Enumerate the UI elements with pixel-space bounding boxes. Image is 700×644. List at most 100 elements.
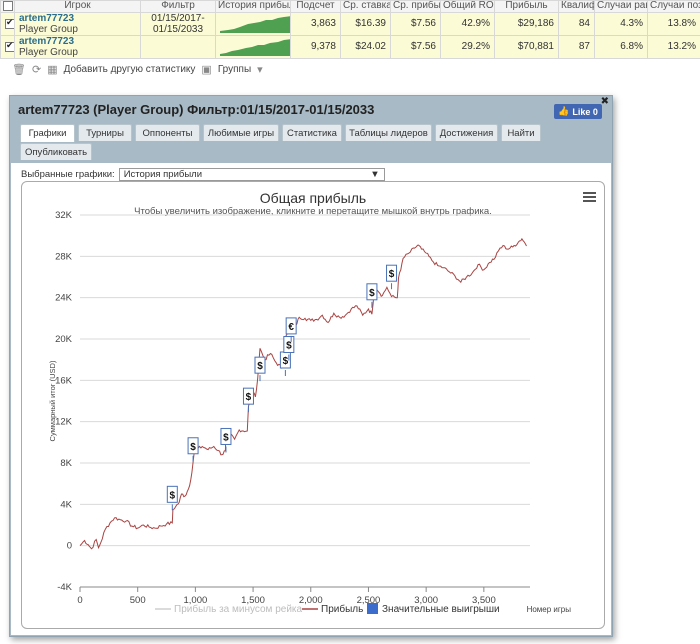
profit-cell: $29,186 <box>494 11 559 36</box>
checkbox-icon[interactable] <box>5 40 14 52</box>
big-win-symbol: $ <box>170 490 176 501</box>
col-header[interactable]: Общий ROI <box>440 0 495 13</box>
y-axis-title: Суммарный итог (USD) <box>48 360 57 441</box>
itm-cell: 84 <box>558 11 595 36</box>
x-tick-label: 0 <box>77 595 82 606</box>
stats-table: Игрок Фильтр История прибыл Подсчет Ср. … <box>0 0 700 59</box>
groups-button[interactable]: Группы <box>218 64 251 75</box>
tab-statistics[interactable]: Статистика <box>282 124 342 141</box>
groups-icon[interactable]: ▣ <box>201 63 211 76</box>
chart-select-value: История прибыли <box>123 169 203 180</box>
profit-chart[interactable]: -4K04K8K12K16K20K24K28K32K0 500 1,000 1,500… <box>22 182 606 630</box>
add-stat-button[interactable]: Добавить другую статистику <box>64 64 196 75</box>
legend-net-label[interactable]: Прибыль за минусом рейка <box>174 603 303 615</box>
early-cell: 6.8% <box>594 34 648 59</box>
tab-tournaments[interactable]: Турниры <box>78 124 132 141</box>
roi-cell: 42.9% <box>440 11 495 36</box>
chevron-down-icon: ▼ <box>370 169 380 180</box>
col-header[interactable]: Подсчет <box>290 0 341 13</box>
chart-select-row: Выбранные графики: История прибыли ▼ <box>21 168 385 181</box>
player-group: Player Group <box>19 46 78 58</box>
legend-bigwins-label[interactable]: Значительные выигрыши <box>382 604 500 615</box>
header-select-all[interactable] <box>0 0 15 13</box>
chart-select-label: Выбранные графики: <box>21 169 115 180</box>
y-tick-label: 32K <box>55 210 73 221</box>
late-cell: 13.8% <box>647 11 700 36</box>
add-stat-icon[interactable]: ▦ <box>47 63 57 76</box>
big-win-symbol: $ <box>283 356 289 367</box>
x-tick-label: 500 <box>130 595 146 606</box>
late-cell: 13.2% <box>647 34 700 59</box>
tab-charts[interactable]: Графики <box>20 124 75 142</box>
x-axis-title: Номер игры <box>527 605 572 614</box>
y-tick-label: 12K <box>55 417 73 428</box>
chart-container[interactable]: Общая прибыль Чтобы увеличить изображени… <box>21 181 605 629</box>
profit-cell: $70,881 <box>494 34 559 59</box>
y-tick-label: -4K <box>57 582 72 593</box>
table-header-row: Игрок Фильтр История прибыл Подсчет Ср. … <box>0 0 700 13</box>
y-tick-label: 20K <box>55 334 73 345</box>
big-win-symbol: $ <box>257 361 263 372</box>
legend-bigwins-swatch <box>367 603 378 614</box>
player-panel: artem77723 (Player Group) Фильтр:01/15/2… <box>9 95 613 637</box>
filter-cell <box>140 34 216 59</box>
player-group: Player Group <box>19 23 78 35</box>
row-select[interactable] <box>0 34 15 59</box>
big-win-symbol: $ <box>389 269 395 280</box>
col-header[interactable]: Квалиф <box>558 0 595 13</box>
avg-stake-cell: $16.39 <box>340 11 391 36</box>
refresh-icon[interactable]: ⟳ <box>32 63 41 76</box>
profit-history-cell <box>215 11 291 36</box>
player-name-link[interactable]: artem77723 <box>19 13 136 24</box>
panel-body: Выбранные графики: История прибыли ▼ Общ… <box>11 163 611 635</box>
sparkline-chart[interactable] <box>220 37 291 57</box>
early-cell: 4.3% <box>594 11 648 36</box>
chart-select[interactable]: История прибыли ▼ <box>118 168 385 181</box>
col-header[interactable]: Игрок <box>14 0 141 13</box>
tab-favorite-games[interactable]: Любимые игры <box>203 124 279 141</box>
roi-cell: 29.2% <box>440 34 495 59</box>
profit-history-cell <box>215 34 291 59</box>
big-win-symbol: $ <box>286 341 292 352</box>
tab-search[interactable]: Найти <box>501 124 541 141</box>
col-header[interactable]: Случаи позд <box>647 0 700 13</box>
checkbox-icon[interactable] <box>5 17 14 29</box>
col-header[interactable]: Прибыль <box>494 0 559 13</box>
count-cell: 3,863 <box>290 11 341 36</box>
tab-achievements[interactable]: Достижения <box>435 124 498 141</box>
trash-icon[interactable]: 🗑 <box>12 63 26 76</box>
thumbs-up-icon: 👍 <box>558 106 570 116</box>
col-header[interactable]: История прибыл <box>215 0 291 13</box>
avg-profit-cell: $7.56 <box>390 11 441 36</box>
y-tick-label: 4K <box>60 499 72 510</box>
count-cell: 9,378 <box>290 34 341 59</box>
big-win-symbol: $ <box>190 442 196 453</box>
sparkline-chart[interactable] <box>220 14 291 34</box>
col-header[interactable]: Случаи ранн <box>594 0 648 13</box>
col-header[interactable]: Фильтр <box>140 0 216 13</box>
col-header[interactable]: Ср. ставка <box>340 0 391 13</box>
tab-opponents[interactable]: Оппоненты <box>135 124 200 141</box>
big-win-symbol: $ <box>223 432 229 443</box>
x-tick-label: 2,000 <box>299 595 323 606</box>
stats-table-section: Игрок Фильтр История прибыл Подсчет Ср. … <box>0 0 700 81</box>
table-row[interactable]: artem77723 Player Group 01/15/2017-01/15… <box>0 11 700 36</box>
big-win-symbol: € <box>288 322 294 333</box>
y-tick-label: 24K <box>55 293 73 304</box>
y-tick-label: 8K <box>60 458 72 469</box>
player-cell: artem77723 Player Group <box>14 11 141 36</box>
tab-publish[interactable]: Опубликовать <box>20 143 92 160</box>
table-row[interactable]: artem77723 Player Group 9,378 $24.02 $7.… <box>0 34 700 59</box>
facebook-like-button[interactable]: 👍 Like 0 <box>554 104 602 119</box>
player-name-link[interactable]: artem77723 <box>19 36 136 47</box>
checkbox-icon[interactable] <box>3 1 13 11</box>
chevron-down-icon[interactable]: ▾ <box>257 63 263 76</box>
y-tick-label: 16K <box>55 375 73 386</box>
tab-leaderboards[interactable]: Таблицы лидеров <box>345 124 432 141</box>
profit-series-line[interactable] <box>79 237 527 550</box>
table-toolbar: 🗑 ⟳ ▦ Добавить другую статистику ▣ Групп… <box>0 58 700 81</box>
avg-profit-cell: $7.56 <box>390 34 441 59</box>
legend-profit-label[interactable]: Прибыль <box>321 603 363 615</box>
col-header[interactable]: Ср. прибы <box>390 0 441 13</box>
row-select[interactable] <box>0 11 15 36</box>
